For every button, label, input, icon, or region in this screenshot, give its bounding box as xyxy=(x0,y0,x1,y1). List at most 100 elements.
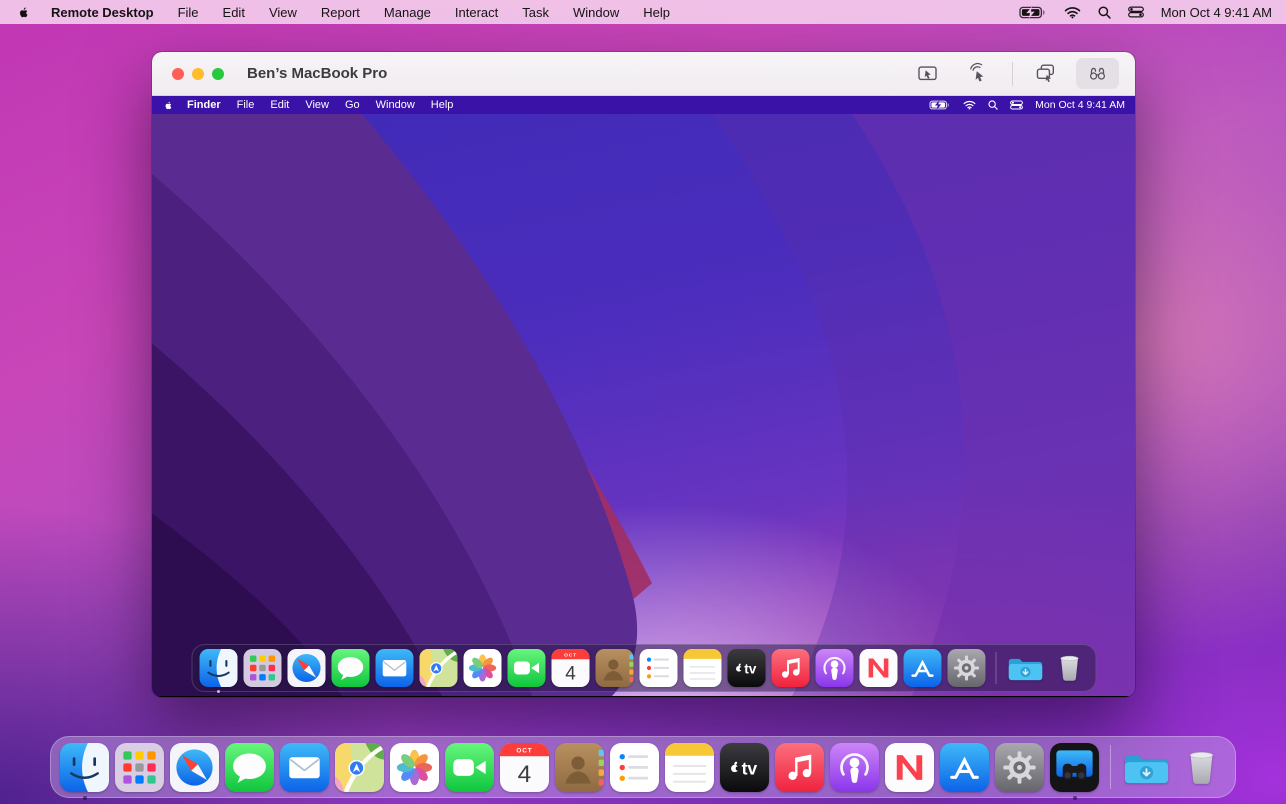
dock-item-launchpad[interactable] xyxy=(243,649,281,687)
dock-item-notes[interactable] xyxy=(665,743,714,792)
dock-item-tv[interactable] xyxy=(720,743,769,792)
trash-icon xyxy=(1050,649,1088,687)
remote-spotlight-search-icon[interactable] xyxy=(988,100,998,110)
dock-item-reminders[interactable] xyxy=(639,649,677,687)
dock-item-photos[interactable] xyxy=(463,649,501,687)
system-preferences-icon xyxy=(947,649,985,687)
dock-item-finder[interactable] xyxy=(60,743,109,792)
dock-item-finder[interactable] xyxy=(199,649,237,687)
photos-icon xyxy=(463,649,501,687)
menu-file[interactable]: File xyxy=(229,99,263,111)
dock-item-calendar[interactable] xyxy=(551,649,589,687)
dock-item-music[interactable] xyxy=(775,743,824,792)
menu-task[interactable]: Task xyxy=(510,5,561,20)
dock-item-news[interactable] xyxy=(885,743,934,792)
menu-manage[interactable]: Manage xyxy=(372,5,443,20)
menu-window[interactable]: Window xyxy=(368,99,423,111)
launchpad-icon xyxy=(243,649,281,687)
host-desktop: Remote DesktopFileEditViewReportManageIn… xyxy=(0,0,1286,804)
spotlight-search-icon[interactable] xyxy=(1098,6,1111,19)
zoom-button[interactable] xyxy=(212,68,224,80)
menu-view[interactable]: View xyxy=(297,99,337,111)
notes-icon xyxy=(665,743,714,792)
dock-item-news[interactable] xyxy=(859,649,897,687)
menu-interact[interactable]: Interact xyxy=(443,5,510,20)
facetime-icon xyxy=(507,649,545,687)
remote-screen-view[interactable]: FinderFileEditViewGoWindowHelp Mon Oct 4… xyxy=(152,96,1135,696)
safari-icon xyxy=(170,743,219,792)
remote-menu-bar-clock[interactable]: Mon Oct 4 9:41 AM xyxy=(1035,99,1125,111)
dock-item-remote-desktop[interactable] xyxy=(1050,743,1099,792)
contacts-icon xyxy=(555,743,604,792)
minimize-button[interactable] xyxy=(192,68,204,80)
mail-icon xyxy=(375,649,413,687)
window-title-bar[interactable]: Ben’s MacBook Pro xyxy=(152,52,1135,96)
remote-battery-icon[interactable] xyxy=(929,100,951,110)
dock-item-notes[interactable] xyxy=(683,649,721,687)
podcasts-icon xyxy=(815,649,853,687)
running-indicator xyxy=(1073,796,1077,800)
menu-window[interactable]: Window xyxy=(561,5,631,20)
menu-help[interactable]: Help xyxy=(423,99,462,111)
dock-item-safari[interactable] xyxy=(170,743,219,792)
dock-item-contacts[interactable] xyxy=(555,743,604,792)
menu-remote-desktop[interactable]: Remote Desktop xyxy=(39,5,166,20)
menu-go[interactable]: Go xyxy=(337,99,368,111)
menu-edit[interactable]: Edit xyxy=(262,99,297,111)
remote-control-center-icon[interactable] xyxy=(1010,100,1023,110)
remote-wifi-icon[interactable] xyxy=(963,100,976,110)
dock-item-facetime[interactable] xyxy=(507,649,545,687)
menu-edit[interactable]: Edit xyxy=(211,5,257,20)
click-icon xyxy=(967,62,992,85)
dock-item-photos[interactable] xyxy=(390,743,439,792)
dock-item-maps[interactable] xyxy=(419,649,457,687)
dock-item-mail[interactable] xyxy=(375,649,413,687)
news-icon xyxy=(885,743,934,792)
dock-item-music[interactable] xyxy=(771,649,809,687)
apple-menu-icon[interactable] xyxy=(18,5,31,20)
tv-icon xyxy=(720,743,769,792)
dock-item-podcasts[interactable] xyxy=(815,649,853,687)
dock-item-podcasts[interactable] xyxy=(830,743,879,792)
dock-item-downloads[interactable] xyxy=(1122,743,1171,792)
facetime-icon xyxy=(445,743,494,792)
dock-item-calendar[interactable] xyxy=(500,743,549,792)
control-center-icon[interactable] xyxy=(1128,6,1144,18)
menu-view[interactable]: View xyxy=(257,5,309,20)
remote-apple-menu-icon[interactable] xyxy=(164,100,174,111)
share-screen-button[interactable] xyxy=(1024,58,1067,89)
dock-item-tv[interactable] xyxy=(727,649,765,687)
dock-item-maps[interactable] xyxy=(335,743,384,792)
menu-report[interactable]: Report xyxy=(309,5,372,20)
dock-item-reminders[interactable] xyxy=(610,743,659,792)
dock-separator xyxy=(995,652,996,684)
dock-item-downloads[interactable] xyxy=(1006,649,1044,687)
dock-item-contacts[interactable] xyxy=(595,649,633,687)
dock-item-mail[interactable] xyxy=(280,743,329,792)
launchpad-icon xyxy=(115,743,164,792)
dock-item-trash[interactable] xyxy=(1050,649,1088,687)
dock-item-app-store[interactable] xyxy=(940,743,989,792)
close-button[interactable] xyxy=(172,68,184,80)
screen-control-button[interactable] xyxy=(906,58,949,89)
dock-item-messages[interactable] xyxy=(331,649,369,687)
dock-item-facetime[interactable] xyxy=(445,743,494,792)
remote-wallpaper-shapes xyxy=(152,114,1135,696)
dock-item-safari[interactable] xyxy=(287,649,325,687)
wifi-icon[interactable] xyxy=(1064,6,1081,19)
remote-desktop-window: Ben’s MacBook Pro FinderFileEditViewGoWi… xyxy=(152,52,1135,697)
dock-item-launchpad[interactable] xyxy=(115,743,164,792)
observe-button[interactable] xyxy=(1076,58,1119,89)
menu-file[interactable]: File xyxy=(166,5,211,20)
menu-bar-clock[interactable]: Mon Oct 4 9:41 AM xyxy=(1161,5,1272,20)
click-pointer-button[interactable] xyxy=(958,58,1001,89)
dock-item-system-preferences[interactable] xyxy=(947,649,985,687)
dock-item-trash[interactable] xyxy=(1177,743,1226,792)
calendar-icon xyxy=(551,649,589,687)
dock-item-app-store[interactable] xyxy=(903,649,941,687)
menu-help[interactable]: Help xyxy=(631,5,682,20)
battery-icon[interactable] xyxy=(1019,6,1047,19)
dock-item-system-preferences[interactable] xyxy=(995,743,1044,792)
dock-item-messages[interactable] xyxy=(225,743,274,792)
menu-finder[interactable]: Finder xyxy=(179,99,229,111)
